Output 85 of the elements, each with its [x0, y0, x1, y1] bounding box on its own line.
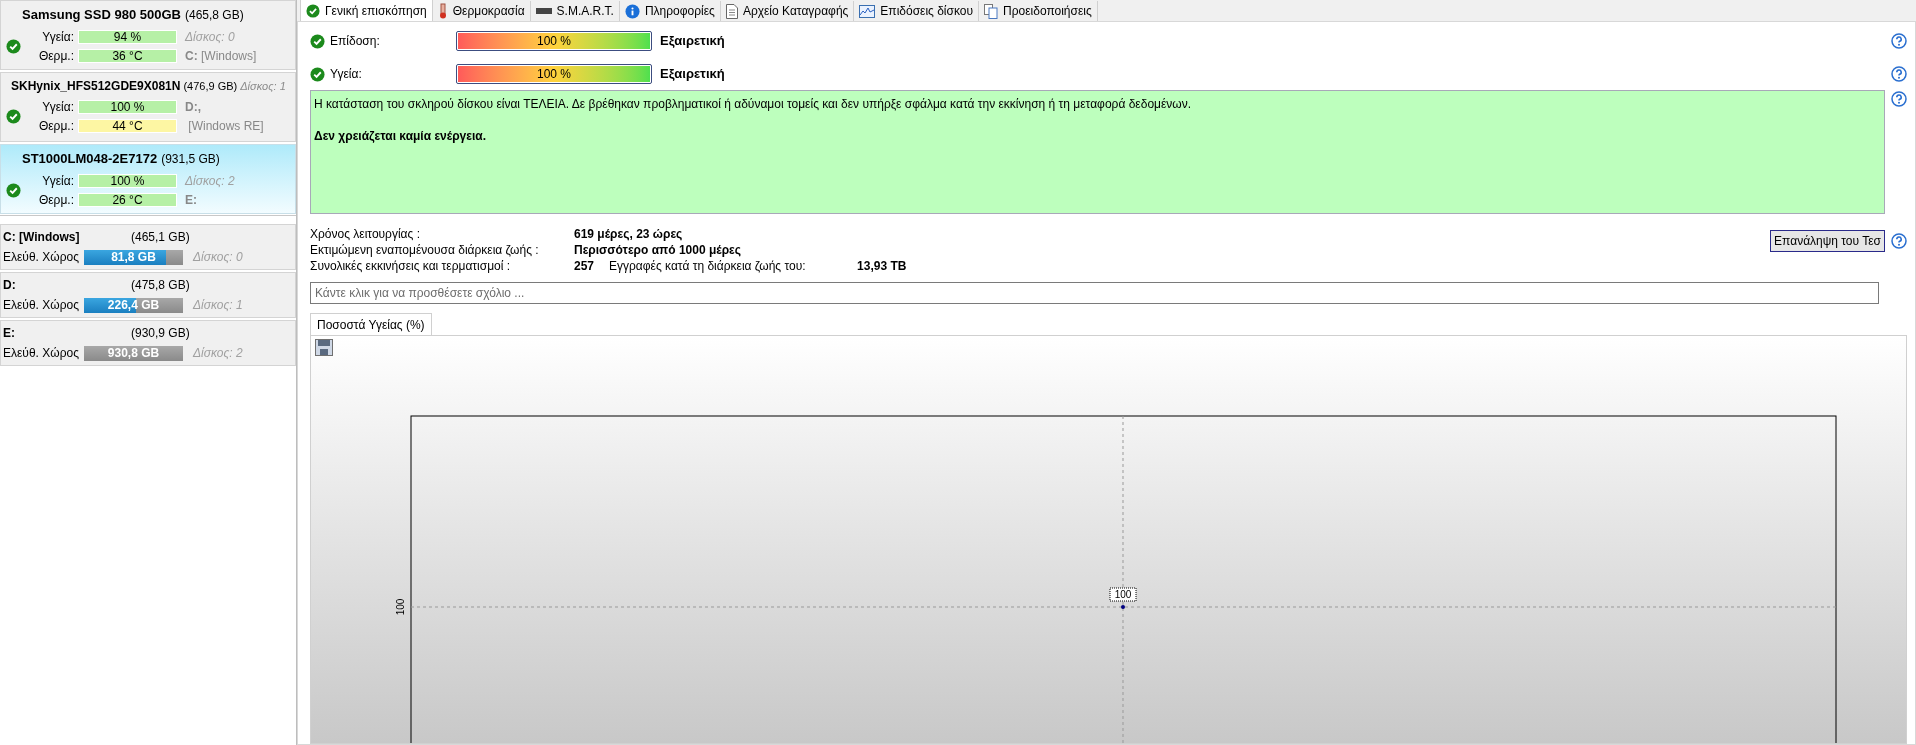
volume-label: C: [Windows] — [184, 47, 257, 65]
metric-bar: 44 °C — [78, 119, 177, 133]
status-message: Η κατάσταση του σκληρού δίσκου είναι ΤΕΛΕΙΑ. Δε βρέθηκαν προβληματικοί ή αδύναμοι τομείς και δεν υπήρξε σφάλμα κατά την εκκίνηση ή τη μεταφορά δεδομένων. Δεν χρειάζεται καμία ενέργεια. — [310, 90, 1885, 214]
metric-label: Υγεία: — [41, 28, 75, 46]
free-space-value: 81,8 GB — [110, 249, 157, 265]
thermometer-icon — [437, 3, 448, 19]
volume-card[interactable]: D: (475,8 GB) Ελεύθ. Χώρος 226,4 GB Δίσκος: 1 — [0, 272, 296, 318]
check-icon — [310, 33, 325, 49]
metric-bar: 94 % — [78, 29, 177, 44]
y-tick-label: 100 — [394, 598, 406, 616]
stat-value: Περισσότερο από 1000 μέρες — [574, 242, 742, 259]
disk-name: SKHynix_HFS512GDE9X081N — [11, 78, 181, 95]
stat-label: Εγγραφές κατά τη διάρκεια ζωής του: — [608, 258, 807, 275]
rating-value: 100 % — [536, 66, 572, 83]
info-icon — [624, 3, 640, 19]
volume-name: D: — [3, 277, 17, 294]
help-icon[interactable] — [1891, 91, 1907, 107]
free-space-label: Ελεύθ. Χώρος — [3, 297, 80, 314]
save-icon[interactable] — [315, 339, 333, 356]
metric-label: Θερμ.: — [37, 118, 75, 135]
disk-number: Δίσκος: 1 — [192, 297, 243, 314]
disk-number: Δίσκος: 2 — [192, 345, 243, 362]
stat-value: 257 — [574, 258, 595, 275]
volume-label: E: — [184, 191, 197, 209]
disk-name: ST1000LM048-2E7172 — [22, 150, 158, 168]
disk-card[interactable]: ST1000LM048-2E7172 (931,5 GB) Υγεία: 100 % Δίσκος: 2 Θερμ.: 26 °C E: — [0, 144, 296, 214]
document-icon — [725, 3, 738, 19]
free-space-label: Ελεύθ. Χώρος — [3, 249, 80, 266]
data-point — [1121, 605, 1125, 609]
stat-label: Εκτιμώμενη εναπομένουσα διάρκεια ζωής : — [310, 242, 540, 259]
stat-value: 13,93 TB — [857, 258, 907, 275]
metric-label: Θερμ.: — [37, 47, 75, 65]
check-icon — [310, 66, 325, 82]
disk-number: Δίσκος: 0 — [192, 249, 243, 266]
volume-card[interactable]: E: (930,9 GB) Ελεύθ. Χώρος 930,8 GB Δίσκος: 2 — [0, 320, 296, 366]
help-icon[interactable] — [1891, 233, 1907, 249]
stat-value: 619 μέρες, 23 ώρες — [574, 226, 683, 243]
metric-bar: 100 % — [78, 173, 177, 188]
disk-size: (465,8 GB) — [184, 7, 244, 24]
volume-name: E: — [3, 325, 16, 342]
help-icon[interactable] — [1891, 33, 1907, 49]
check-icon — [5, 109, 21, 124]
check-icon — [306, 3, 320, 18]
free-space-value: 226,4 GB — [106, 297, 161, 313]
stat-label: Συνολικές εκκινήσεις και τερματισμοί : — [310, 258, 512, 275]
metric-label: Θερμ.: — [37, 191, 75, 209]
metric-label: Υγεία: — [41, 172, 75, 190]
disk-size: (931,5 GB) — [161, 151, 220, 168]
drive-icon — [535, 8, 552, 14]
rating-label: Υγεία: — [330, 66, 363, 83]
help-icon[interactable] — [1891, 66, 1907, 82]
graph-icon — [859, 4, 876, 18]
tab[interactable]: Γενική επισκόπηση — [300, 0, 433, 21]
metric-bar: 26 °C — [78, 192, 177, 207]
metric-bar: 36 °C — [78, 48, 177, 63]
disk-card[interactable]: Samsung SSD 980 500GB (465,8 GB) Υγεία: 94 % Δίσκος: 0 Θερμ.: 36 °C C: [Windows] — [0, 0, 296, 70]
stat-label: Χρόνος λειτουργίας : — [310, 226, 421, 243]
free-space-label: Ελεύθ. Χώρος — [3, 345, 80, 362]
data-label: 100 — [1109, 587, 1137, 602]
disk-number: Δίσκος: 2 — [184, 172, 235, 190]
metric-label: Υγεία: — [41, 99, 75, 116]
disk-number: Δίσκος: 1 — [240, 79, 286, 94]
free-space-value: 930,8 GB — [106, 345, 161, 361]
volume-label: [Windows RE] — [187, 118, 264, 135]
rating-verdict: Εξαιρετική — [659, 32, 725, 51]
rating-verdict: Εξαιρετική — [659, 65, 725, 84]
volume-card[interactable]: C: [Windows] (465,1 GB) Ελεύθ. Χώρος 81,8 GB Δίσκος: 0 — [0, 224, 296, 270]
check-icon — [5, 38, 21, 54]
disk-name: Samsung SSD 980 500GB — [22, 6, 181, 24]
comment-field[interactable]: Κάντε κλικ για να προσθέσετε σχόλιο ... — [310, 282, 1879, 304]
metric-bar: 100 % — [78, 100, 177, 114]
volume-size: (930,9 GB) — [131, 325, 190, 342]
check-icon — [5, 182, 21, 198]
disk-size: (476,9 GB) — [183, 79, 238, 94]
retest-button[interactable]: Επανάληψη του Τεσ — [1770, 230, 1885, 252]
disk-card[interactable]: SKHynix_HFS512GDE9X081N (476,9 GB) Δίσκος: 1 Υγεία: 100 % D:, Θερμ.: 44 °C [Windows RE] — [0, 72, 296, 142]
volume-label: D:, — [184, 99, 201, 116]
volume-size: (465,1 GB) — [131, 229, 190, 246]
disk-number: Δίσκος: 0 — [184, 28, 235, 46]
rating-value: 100 % — [536, 33, 572, 50]
pages-icon — [984, 3, 999, 19]
chart-tab[interactable]: Ποσοστά Υγείας (%) — [310, 313, 432, 335]
volume-size: (475,8 GB) — [131, 277, 190, 294]
volume-name: C: [Windows] — [3, 229, 81, 246]
rating-label: Επίδοση: — [330, 33, 381, 50]
